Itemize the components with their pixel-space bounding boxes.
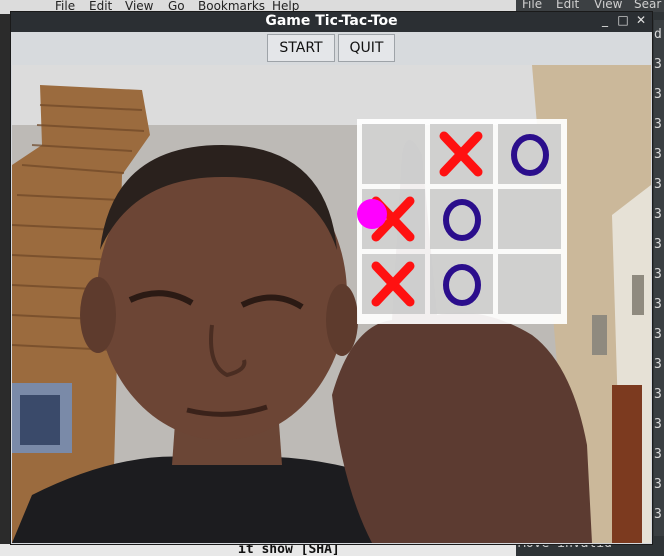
x-mark-icon bbox=[371, 261, 415, 307]
camera-view[interactable] bbox=[12, 65, 651, 543]
bg-editor-line-marker: d bbox=[654, 27, 662, 42]
bg-editor-line-marker: 3 bbox=[654, 57, 662, 72]
board-cell-r1-c2[interactable] bbox=[430, 124, 493, 184]
background-terminal-strip: it show [SHA] bbox=[0, 542, 516, 556]
bg-editor-menu-file: File bbox=[522, 0, 543, 11]
board-cell-r3-c3[interactable] bbox=[498, 254, 561, 314]
tic-tac-toe-board[interactable] bbox=[357, 119, 567, 324]
bg-editor-line-marker: 3 bbox=[654, 237, 662, 252]
board-cell-r3-c1[interactable] bbox=[362, 254, 425, 314]
window-titlebar[interactable]: Game Tic-Tac-Toe _ □ ✕ bbox=[11, 12, 652, 32]
bg-editor-menu-view: View bbox=[594, 0, 623, 11]
bg-editor-line-marker: 3 bbox=[654, 207, 662, 222]
o-mark-icon bbox=[443, 199, 481, 241]
board-cell-r1-c1[interactable] bbox=[362, 124, 425, 184]
board-cell-r1-c3[interactable] bbox=[498, 124, 561, 184]
bg-editor-line-marker: 3 bbox=[654, 117, 662, 132]
bg-editor-line-marker: 3 bbox=[654, 147, 662, 162]
board-cell-r3-c2[interactable] bbox=[430, 254, 493, 314]
o-mark-icon bbox=[511, 134, 549, 176]
bg-editor-line-marker: 3 bbox=[654, 177, 662, 192]
bg-editor-line-marker: 3 bbox=[654, 417, 662, 432]
x-mark-icon bbox=[439, 131, 483, 177]
background-editor-text-column: d33333333333333333 bbox=[654, 20, 664, 556]
bg-terminal-text: it show [SHA] bbox=[238, 542, 340, 556]
start-button[interactable]: START bbox=[267, 34, 335, 62]
bg-editor-line-marker: 3 bbox=[654, 357, 662, 372]
board-cell-r2-c2[interactable] bbox=[430, 189, 493, 249]
toolbar: START QUIT bbox=[11, 32, 652, 65]
maximize-icon[interactable]: □ bbox=[616, 13, 630, 27]
minimize-icon[interactable]: _ bbox=[598, 13, 612, 27]
background-editor-menubar: File Edit View Sear bbox=[516, 0, 664, 12]
bg-editor-line-marker: 3 bbox=[654, 267, 662, 282]
board-cell-r2-c3[interactable] bbox=[498, 189, 561, 249]
close-icon[interactable]: ✕ bbox=[634, 13, 648, 27]
quit-button[interactable]: QUIT bbox=[338, 34, 395, 62]
window-title: Game Tic-Tac-Toe bbox=[265, 13, 398, 29]
bg-editor-line-marker: 3 bbox=[654, 387, 662, 402]
bg-editor-line-marker: 3 bbox=[654, 477, 662, 492]
finger-cursor-dot bbox=[357, 199, 387, 229]
bg-editor-line-marker: 3 bbox=[654, 447, 662, 462]
bg-editor-line-marker: 3 bbox=[654, 87, 662, 102]
bg-editor-menu-edit: Edit bbox=[556, 0, 580, 11]
o-mark-icon bbox=[443, 264, 481, 306]
bg-editor-line-marker: 3 bbox=[654, 327, 662, 342]
bg-editor-line-marker: 3 bbox=[654, 297, 662, 312]
bg-editor-line-marker: 3 bbox=[654, 507, 662, 522]
bg-editor-menu-search: Sear bbox=[634, 0, 662, 11]
game-window: Game Tic-Tac-Toe _ □ ✕ START QUIT bbox=[11, 12, 652, 544]
